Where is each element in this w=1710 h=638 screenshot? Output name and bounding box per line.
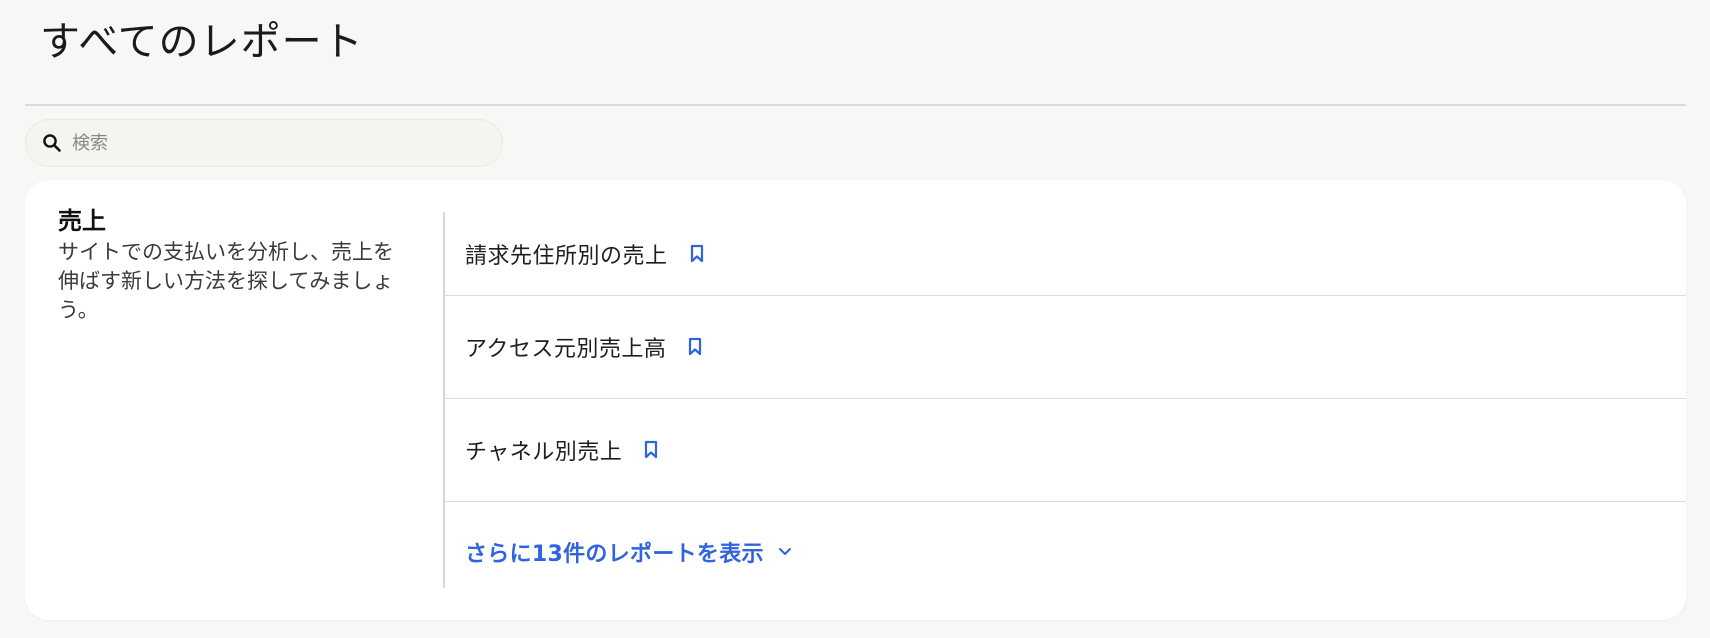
report-item-sales-by-channel[interactable]: チャネル別売上	[445, 399, 1686, 502]
report-item-sales-by-traffic-source[interactable]: アクセス元別売上高	[445, 296, 1686, 399]
show-more-label[interactable]: さらに13件のレポートを表示	[465, 536, 764, 568]
category-info: 売上 サイトでの支払いを分析し、売上を伸ばす新しい方法を探してみましょう。	[58, 204, 408, 325]
bookmark-icon[interactable]	[686, 243, 708, 265]
report-category-card: 売上 サイトでの支払いを分析し、売上を伸ばす新しい方法を探してみましょう。 請求…	[25, 180, 1686, 620]
search-input[interactable]	[72, 123, 472, 163]
report-label[interactable]: チャネル別売上	[465, 434, 622, 466]
search-icon	[42, 133, 62, 153]
bookmark-icon[interactable]	[640, 439, 662, 461]
report-item-billing-address-sales[interactable]: 請求先住所別の売上	[445, 212, 1686, 296]
show-more-reports-button[interactable]: さらに13件のレポートを表示	[445, 502, 1686, 602]
report-list: 請求先住所別の売上 アクセス元別売上高 チャネル別売上 さらに13件のレポートを…	[445, 212, 1686, 602]
search-box[interactable]	[25, 119, 503, 167]
category-title: 売上	[58, 207, 106, 235]
report-label[interactable]: 請求先住所別の売上	[465, 238, 668, 270]
chevron-down-icon[interactable]	[776, 543, 794, 561]
page-title: すべてのレポート	[40, 19, 364, 65]
report-label[interactable]: アクセス元別売上高	[465, 331, 666, 363]
bookmark-icon[interactable]	[684, 336, 706, 358]
category-description: サイトでの支払いを分析し、売上を伸ばす新しい方法を探してみましょう。	[58, 240, 394, 322]
title-divider	[25, 104, 1686, 106]
